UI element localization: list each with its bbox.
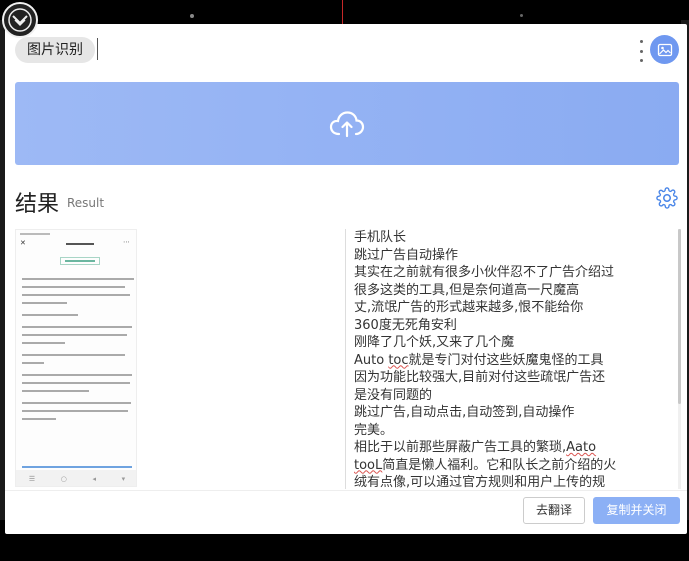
background-red-marker [342, 0, 343, 24]
thumb-sound-icon: ◂ [92, 475, 96, 483]
ocr-line: 很多这类的工具,但是奈何道高一尺魔高 [354, 282, 580, 298]
ocr-result-text[interactable]: 手机队长 跳过广告自动操作 其实在之前就有很多小伙伴忍不了广告介绍过 很多这类的… [345, 229, 675, 489]
ocr-window: 图片识别 结果 Result ✕ ⋯ ☰ ○ ◂ ▾ 手机队长 跳过广告自动操作… [5, 24, 687, 534]
thumb-back-icon: ▾ [121, 475, 126, 483]
copy-and-close-button[interactable]: 复制并关闭 [593, 497, 680, 524]
thumb-highlight-bar [22, 466, 132, 468]
thumb-tag-text [65, 260, 95, 262]
ocr-line: Auto toc就是专门对付这些妖魔鬼怪的工具 [354, 352, 604, 368]
result-heading: 结果 [15, 192, 60, 217]
ocr-line: 绒有点像,可以通过官方规则和用户上传的规 [354, 475, 606, 489]
background-dot [190, 14, 194, 18]
page-title: 图片识别 [15, 37, 95, 63]
translate-button[interactable]: 去翻译 [523, 497, 585, 524]
document-thumbnail[interactable]: ✕ ⋯ ☰ ○ ◂ ▾ [15, 229, 137, 487]
header: 图片识别 [5, 24, 687, 76]
thumb-home-icon: ○ [60, 475, 67, 483]
spellcheck-mark: Aato [566, 440, 597, 455]
ocr-line: 跳过广告自动操作 [354, 247, 459, 263]
ocr-line: 手机队长 [354, 230, 407, 245]
background-dot [520, 14, 523, 17]
thumb-close-icon: ✕ [20, 239, 26, 247]
gear-icon[interactable] [656, 187, 678, 209]
ocr-text-body[interactable]: 手机队长 跳过广告自动操作 其实在之前就有很多小伙伴忍不了广告介绍过 很多这类的… [354, 229, 654, 489]
thumb-bottom-nav: ☰ ○ ◂ ▾ [16, 470, 136, 486]
thumb-text-lines [22, 278, 134, 426]
ocr-line: 刚降了几个妖,又来了几个魔 [354, 335, 515, 350]
thumb-status-bar [20, 233, 50, 235]
footer-divider [5, 490, 687, 491]
scrollbar-thumb[interactable] [678, 229, 681, 404]
ocr-line: 其实在之前就有很多小伙伴忍不了广告介绍过 [354, 265, 615, 280]
text-scrollbar[interactable] [678, 229, 681, 489]
image-settings-button[interactable] [650, 35, 679, 64]
thumb-more-icon: ⋯ [123, 238, 130, 246]
spellcheck-mark: tooL [354, 457, 383, 473]
result-subheading: Result [67, 196, 105, 210]
thumb-menu-icon: ☰ [28, 475, 36, 483]
image-preview-pane: ✕ ⋯ ☰ ○ ◂ ▾ [15, 229, 346, 489]
ocr-line: 丈,流氓广告的形式越来越多,恨不能给你 [354, 300, 584, 315]
app-logo-icon[interactable] [2, 2, 38, 38]
ocr-line: 因为功能比较强大,目前对付这些疏氓广告还 [354, 370, 606, 385]
logo-glyph-icon [8, 8, 32, 32]
spellcheck-mark: toc [388, 352, 409, 368]
ocr-line: 完美。 [354, 422, 394, 438]
cloud-upload-icon [329, 110, 365, 137]
ocr-line: 是没有同题的 [354, 387, 433, 403]
thumb-nav-title [66, 243, 94, 245]
settings-gear-glyph-icon [656, 187, 678, 209]
ocr-line: 跳过广告,自动点击,自动签到,自动操作 [354, 405, 575, 420]
text-cursor [97, 38, 98, 60]
upload-dropzone[interactable] [15, 82, 679, 165]
more-options-icon[interactable] [637, 40, 645, 62]
ocr-line: tooL简直是懒人福利。它和队长之前介绍的火 [354, 457, 617, 473]
image-icon [657, 43, 672, 56]
thumb-nav-bar: ✕ ⋯ [20, 238, 132, 249]
ocr-line: 相比于以前那些屏蔽广告工具的繁琐,Aato [354, 440, 597, 455]
ocr-line: 360度无死角安利 [354, 317, 457, 333]
